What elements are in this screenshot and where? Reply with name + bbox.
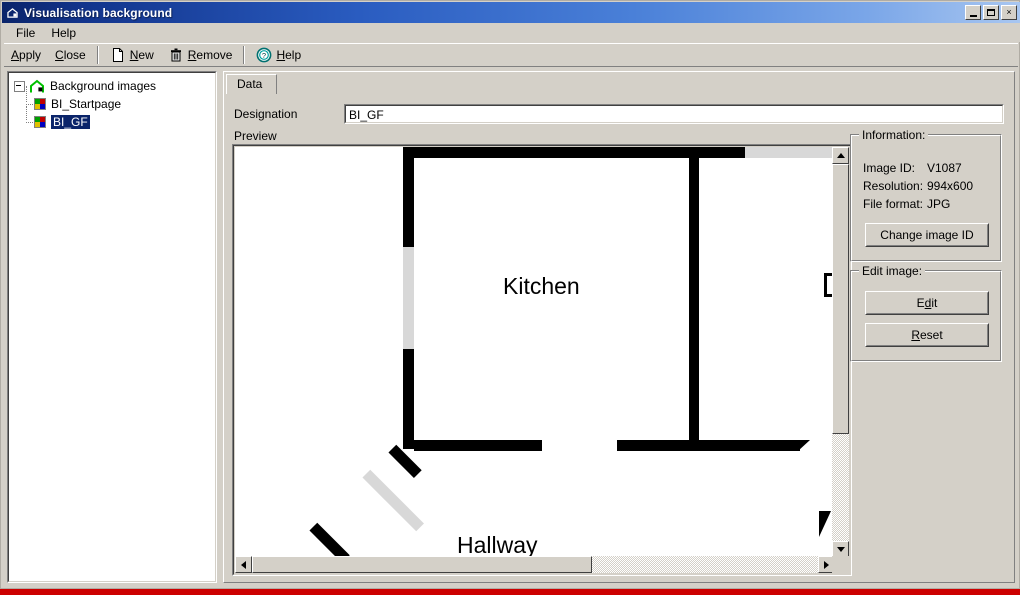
wall-right-arrow-tip bbox=[798, 440, 810, 451]
tab-data[interactable]: Data bbox=[226, 74, 278, 94]
toolbar-separator-2 bbox=[243, 46, 246, 64]
file-format-label: File format: bbox=[863, 197, 924, 211]
tree-node-label-root: Background images bbox=[50, 79, 157, 93]
image-id-value: V1087 bbox=[927, 161, 962, 175]
wall-left-lower bbox=[403, 349, 414, 449]
toolbar-separator bbox=[96, 46, 99, 64]
wall-door-swing-right bbox=[819, 511, 831, 537]
file-format-value: JPG bbox=[927, 197, 951, 211]
edit-button[interactable]: Ed it bbox=[865, 291, 989, 315]
floorplan-canvas[interactable]: Kitchen Hallway bbox=[235, 147, 835, 558]
designation-input[interactable]: BI_GF bbox=[344, 104, 1004, 124]
help-circle-icon: ? bbox=[256, 47, 272, 63]
background-images-tree-panel[interactable]: Background images BI_Startpage BI_GF bbox=[7, 71, 217, 583]
wall-diagonal-door bbox=[362, 469, 424, 532]
reset-button-label: Reset bbox=[866, 324, 988, 346]
house-icon bbox=[5, 5, 21, 21]
house-icon bbox=[29, 79, 45, 94]
window-title: Visualisation background bbox=[24, 5, 173, 20]
bottom-red-border bbox=[0, 589, 1020, 595]
close-button[interactable]: × bbox=[1001, 5, 1017, 20]
tree-expander-collapse-icon[interactable] bbox=[14, 80, 25, 92]
maximize-icon bbox=[987, 9, 995, 16]
preview-inner: Kitchen Hallway bbox=[233, 145, 851, 575]
apply-button[interactable]: Apply bbox=[4, 45, 48, 65]
tree-connector-branch-2 bbox=[26, 122, 35, 124]
image-icon bbox=[34, 116, 46, 128]
scroll-down-arrow bbox=[836, 547, 845, 552]
designation-input-value[interactable]: BI_GF bbox=[345, 105, 1003, 123]
tab-strip: Data bbox=[226, 74, 1012, 94]
tree-node-bi-gf[interactable]: BI_GF bbox=[14, 106, 215, 130]
tree-connector-line-2 bbox=[26, 106, 28, 120]
wall-left-upper bbox=[403, 147, 414, 247]
image-icon bbox=[34, 98, 46, 110]
edit-button-label: Ed it bbox=[866, 292, 988, 314]
trash-icon bbox=[168, 47, 184, 63]
application-window: Visualisation background × File Help App… bbox=[0, 0, 1020, 589]
title-bar: Visualisation background × bbox=[2, 2, 1020, 23]
tree-node-label-bi-startpage: BI_Startpage bbox=[51, 97, 122, 111]
preview-vertical-scrollbar[interactable] bbox=[832, 147, 849, 558]
wall-interior-vertical bbox=[689, 147, 699, 449]
menu-bar: File Help bbox=[2, 23, 1020, 42]
remove-button[interactable]: Remove bbox=[161, 45, 240, 65]
close-button-toolbar[interactable]: Close bbox=[48, 45, 93, 65]
change-image-id-button[interactable]: Change image ID bbox=[865, 223, 989, 247]
floorplan-drawing: Kitchen Hallway bbox=[235, 147, 835, 558]
wall-left-door bbox=[403, 247, 414, 349]
scroll-up-button[interactable] bbox=[832, 147, 849, 164]
room-label-hallway: Hallway bbox=[457, 532, 538, 558]
tree-node-bi-startpage[interactable]: BI_Startpage bbox=[14, 86, 215, 112]
tree-node-label-bi-gf: BI_GF bbox=[50, 114, 91, 130]
wall-diagonal-lower bbox=[309, 522, 350, 558]
wall-top-light bbox=[745, 147, 835, 158]
content-panel: Data Designation BI_GF Preview Kitchen H… bbox=[223, 71, 1015, 583]
new-button[interactable]: New bbox=[103, 45, 161, 65]
preview-horizontal-scrollbar[interactable] bbox=[235, 556, 835, 573]
scroll-right-arrow bbox=[824, 560, 829, 569]
tree-node-root[interactable]: Background images bbox=[14, 78, 215, 94]
resolution-label: Resolution: bbox=[863, 179, 924, 193]
maximize-button[interactable] bbox=[983, 5, 999, 20]
edit-image-group: Edit image: Ed it Reset bbox=[850, 264, 1002, 362]
minimize-icon bbox=[969, 14, 977, 17]
edit-image-group-title: Edit image: bbox=[859, 264, 926, 278]
window-controls: × bbox=[965, 5, 1020, 20]
reset-button[interactable]: Reset bbox=[865, 323, 989, 347]
scroll-left-arrow bbox=[241, 560, 246, 569]
menu-item-file[interactable]: File bbox=[8, 24, 43, 42]
vertical-scroll-thumb[interactable] bbox=[832, 164, 849, 434]
new-document-icon bbox=[110, 47, 126, 63]
menu-item-help[interactable]: Help bbox=[43, 24, 84, 42]
wall-bottom-right-stub bbox=[617, 440, 800, 451]
scroll-left-button[interactable] bbox=[235, 556, 252, 573]
information-group-title: Information: bbox=[859, 128, 929, 142]
scrollbar-corner bbox=[832, 556, 849, 573]
application-screenshot: Visualisation background × File Help App… bbox=[0, 0, 1020, 595]
image-id-label: Image ID: bbox=[863, 161, 916, 175]
preview-pane: Kitchen Hallway bbox=[232, 144, 852, 576]
horizontal-scroll-thumb[interactable] bbox=[252, 556, 592, 573]
change-image-id-button-label: Change image ID bbox=[866, 224, 988, 246]
toolbar: Apply Close New Remove ? Help bbox=[4, 43, 1018, 67]
scroll-up-arrow bbox=[836, 153, 845, 158]
svg-text:?: ? bbox=[262, 51, 266, 60]
information-group: Information: Image ID: V1087 Resolution:… bbox=[850, 128, 1002, 262]
help-button[interactable]: ? Help bbox=[249, 45, 308, 65]
resolution-value: 994x600 bbox=[927, 179, 974, 193]
edit-image-group-inner bbox=[851, 271, 1001, 361]
designation-label: Designation bbox=[234, 107, 298, 121]
preview-label: Preview bbox=[234, 129, 277, 143]
wall-bottom-left-stub bbox=[414, 440, 542, 451]
tree-connector-line bbox=[26, 86, 28, 102]
minimize-button[interactable] bbox=[965, 5, 981, 20]
room-label-kitchen: Kitchen bbox=[503, 273, 580, 299]
tree-view[interactable]: Background images BI_Startpage BI_GF bbox=[8, 72, 216, 582]
